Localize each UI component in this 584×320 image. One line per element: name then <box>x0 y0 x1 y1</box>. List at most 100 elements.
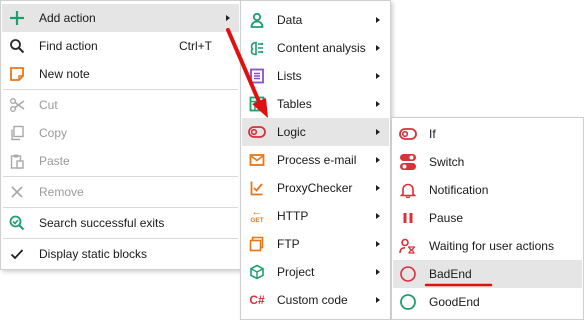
submenu-arrow-icon <box>376 185 380 191</box>
logic-waiting-item[interactable]: Waiting for user actions <box>393 232 582 260</box>
logic-switch-label: Switch <box>429 155 465 169</box>
category-lists-label: Lists <box>277 69 302 83</box>
category-ftp[interactable]: FTP <box>242 230 389 258</box>
paste-icon <box>8 152 26 170</box>
bell-icon <box>399 181 417 199</box>
menu-separator <box>3 238 238 239</box>
submenu-arrow-icon <box>376 241 380 247</box>
search-check-icon <box>8 214 26 232</box>
folder-transfer-icon <box>248 235 266 253</box>
switch-icon <box>399 153 417 171</box>
add-action-item[interactable]: Add action <box>2 4 239 32</box>
category-custom-code[interactable]: C# Custom code <box>242 286 389 314</box>
category-http-label: HTTP <box>277 209 309 223</box>
category-process-email-label: Process e-mail <box>277 153 357 167</box>
submenu-arrow-icon <box>226 15 230 21</box>
cut-item[interactable]: Cut <box>2 91 239 119</box>
category-project[interactable]: Project <box>242 258 389 286</box>
search-icon <box>8 37 26 55</box>
scissors-icon <box>8 96 26 114</box>
logic-notification-label: Notification <box>429 183 489 197</box>
logic-pause-item[interactable]: Pause <box>393 204 582 232</box>
toggle-icon <box>399 125 417 143</box>
cut-label: Cut <box>39 98 58 112</box>
category-data[interactable]: Data <box>242 6 389 34</box>
copy-label: Copy <box>39 126 68 140</box>
logic-if-label: If <box>429 127 436 141</box>
http-get-icon: ← GET <box>250 206 264 225</box>
new-note-label: New note <box>39 67 90 81</box>
submenu-arrow-icon <box>376 213 380 219</box>
plus-icon <box>8 9 26 27</box>
menu-separator <box>3 89 238 90</box>
remove-item[interactable]: Remove <box>2 178 239 206</box>
find-action-label: Find action <box>39 39 98 53</box>
user-icon <box>248 11 266 29</box>
goodend-circle-icon <box>399 293 417 311</box>
category-logic[interactable]: Logic <box>242 118 389 146</box>
category-content-analysis[interactable]: Content analysis <box>242 34 389 62</box>
logic-submenu: If Switch Notification Pause Waiting for… <box>391 117 584 320</box>
submenu-arrow-icon <box>376 129 380 135</box>
logic-goodend-label: GoodEnd <box>429 295 480 309</box>
remove-icon <box>8 183 26 201</box>
find-action-shortcut: Ctrl+T <box>179 39 212 53</box>
category-project-label: Project <box>277 265 315 279</box>
checkmark-icon <box>8 245 26 263</box>
menu-separator <box>3 176 238 177</box>
add-action-label: Add action <box>39 11 96 25</box>
category-ftp-label: FTP <box>277 237 300 251</box>
action-categories-menu: Data Content analysis Lists Tables Logic <box>240 0 391 320</box>
logic-if-item[interactable]: If <box>393 120 582 148</box>
context-menu: Add action Find action Ctrl+T New note C… <box>0 0 241 270</box>
search-successful-exits-label: Search successful exits <box>39 216 165 230</box>
badend-circle-icon <box>399 265 417 283</box>
copy-icon <box>8 124 26 142</box>
csharp-icon: C# <box>249 293 265 307</box>
cube-icon <box>248 263 266 281</box>
category-proxychecker[interactable]: ProxyChecker <box>242 174 389 202</box>
submenu-arrow-icon <box>376 101 380 107</box>
list-icon <box>248 67 266 85</box>
find-action-item[interactable]: Find action Ctrl+T <box>2 32 239 60</box>
menu-separator <box>3 207 238 208</box>
logic-switch-item[interactable]: Switch <box>393 148 582 176</box>
category-data-label: Data <box>277 13 303 27</box>
category-process-email[interactable]: Process e-mail <box>242 146 389 174</box>
logic-pause-label: Pause <box>429 211 464 225</box>
envelope-icon <box>248 151 266 169</box>
submenu-arrow-icon <box>376 157 380 163</box>
paste-label: Paste <box>39 154 70 168</box>
search-successful-exits-item[interactable]: Search successful exits <box>2 209 239 237</box>
new-note-item[interactable]: New note <box>2 60 239 88</box>
category-logic-label: Logic <box>277 125 306 139</box>
submenu-arrow-icon <box>376 17 380 23</box>
logic-goodend-item[interactable]: GoodEnd <box>393 288 582 316</box>
pause-icon <box>399 209 417 227</box>
remove-label: Remove <box>39 185 84 199</box>
note-icon <box>8 65 26 83</box>
logic-badend-label: BadEnd <box>429 267 472 281</box>
display-static-blocks-item[interactable]: Display static blocks <box>2 240 239 268</box>
logic-waiting-label: Waiting for user actions <box>429 239 554 253</box>
submenu-arrow-icon <box>376 45 380 51</box>
logic-badend-item[interactable]: BadEnd <box>393 260 582 288</box>
user-wait-icon <box>399 237 417 255</box>
submenu-arrow-icon <box>376 73 380 79</box>
submenu-arrow-icon <box>376 297 380 303</box>
display-static-blocks-label: Display static blocks <box>39 247 148 261</box>
category-http[interactable]: ← GET HTTP <box>242 202 389 230</box>
category-tables-label: Tables <box>277 97 312 111</box>
category-lists[interactable]: Lists <box>242 62 389 90</box>
category-content-analysis-label: Content analysis <box>277 41 366 55</box>
toggle-icon <box>248 123 266 141</box>
proxy-check-icon <box>248 179 266 197</box>
copy-item[interactable]: Copy <box>2 119 239 147</box>
submenu-arrow-icon <box>376 269 380 275</box>
logic-notification-item[interactable]: Notification <box>393 176 582 204</box>
table-icon <box>248 95 266 113</box>
category-tables[interactable]: Tables <box>242 90 389 118</box>
category-proxychecker-label: ProxyChecker <box>277 181 353 195</box>
category-custom-code-label: Custom code <box>277 293 348 307</box>
paste-item[interactable]: Paste <box>2 147 239 175</box>
